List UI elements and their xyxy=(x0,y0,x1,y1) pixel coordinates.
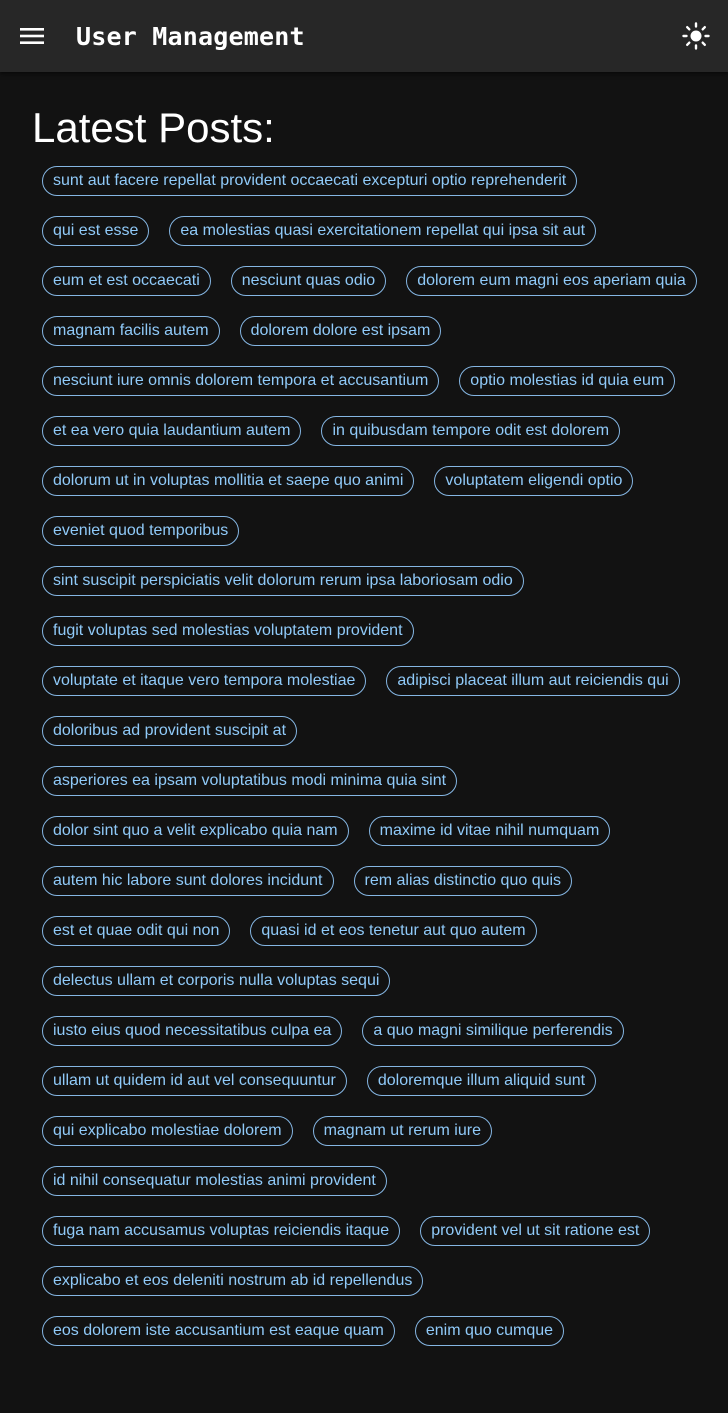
post-chip[interactable]: ea molestias quasi exercitationem repell… xyxy=(169,216,597,246)
theme-toggle-button[interactable] xyxy=(672,12,720,60)
post-chip[interactable]: adipisci placeat illum aut reiciendis qu… xyxy=(386,666,680,696)
post-chip[interactable]: maxime id vitae nihil numquam xyxy=(368,816,611,846)
post-chip[interactable]: fugit voluptas sed molestias voluptatem … xyxy=(42,616,414,646)
post-chip[interactable]: in quibusdam tempore odit est dolorem xyxy=(321,416,621,446)
post-chip[interactable]: nesciunt iure omnis dolorem tempora et a… xyxy=(42,366,440,396)
post-chip[interactable]: magnam ut rerum iure xyxy=(312,1116,492,1146)
post-chip[interactable]: asperiores ea ipsam voluptatibus modi mi… xyxy=(42,766,458,796)
post-chip[interactable]: sunt aut facere repellat provident occae… xyxy=(42,166,578,196)
post-chip[interactable]: doloremque illum aliquid sunt xyxy=(366,1066,597,1096)
post-chip[interactable]: et ea vero quia laudantium autem xyxy=(42,416,302,446)
post-chip-list: sunt aut facere repellat provident occae… xyxy=(42,166,702,1346)
app-bar: User Management xyxy=(0,0,728,72)
post-chip[interactable]: dolorem dolore est ipsam xyxy=(239,316,442,346)
post-chip[interactable]: iusto eius quod necessitatibus culpa ea xyxy=(42,1016,343,1046)
post-chip[interactable]: qui explicabo molestiae dolorem xyxy=(42,1116,293,1146)
post-chip[interactable]: a quo magni similique perferendis xyxy=(362,1016,624,1046)
post-chip[interactable]: explicabo et eos deleniti nostrum ab id … xyxy=(42,1266,424,1296)
post-chip[interactable]: provident vel ut sit ratione est xyxy=(420,1216,651,1246)
post-chip[interactable]: quasi id et eos tenetur aut quo autem xyxy=(250,916,537,946)
post-chip[interactable]: eum et est occaecati xyxy=(42,266,211,296)
app-root: User Management Latest Posts: sunt aut f… xyxy=(0,0,728,1413)
sun-icon xyxy=(682,22,710,50)
post-chip[interactable]: eveniet quod temporibus xyxy=(42,516,240,546)
post-chip[interactable]: nesciunt quas odio xyxy=(230,266,387,296)
menu-button[interactable] xyxy=(8,12,56,60)
post-chip[interactable]: dolor sint quo a velit explicabo quia na… xyxy=(42,816,349,846)
post-chip[interactable]: magnam facilis autem xyxy=(42,316,220,346)
post-chip[interactable]: id nihil consequatur molestias animi pro… xyxy=(42,1166,387,1196)
post-chip[interactable]: eos dolorem iste accusantium est eaque q… xyxy=(42,1316,395,1346)
post-chip[interactable]: dolorum ut in voluptas mollitia et saepe… xyxy=(42,466,415,496)
post-chip[interactable]: qui est esse xyxy=(42,216,150,246)
post-chip[interactable]: optio molestias id quia eum xyxy=(459,366,676,396)
post-chip[interactable]: rem alias distinctio quo quis xyxy=(353,866,573,896)
post-chip[interactable]: autem hic labore sunt dolores incidunt xyxy=(42,866,334,896)
post-chip[interactable]: dolorem eum magni eos aperiam quia xyxy=(406,266,697,296)
post-chip[interactable]: delectus ullam et corporis nulla volupta… xyxy=(42,966,391,996)
post-chip[interactable]: sint suscipit perspiciatis velit dolorum… xyxy=(42,566,524,596)
main-content: Latest Posts: sunt aut facere repellat p… xyxy=(2,72,723,1413)
post-chip[interactable]: doloribus ad provident suscipit at xyxy=(42,716,298,746)
post-chip[interactable]: voluptatem eligendi optio xyxy=(434,466,634,496)
post-chip[interactable]: est et quae odit qui non xyxy=(42,916,231,946)
post-chip[interactable]: voluptate et itaque vero tempora molesti… xyxy=(42,666,367,696)
app-title: User Management xyxy=(76,21,305,51)
post-chip[interactable]: fuga nam accusamus voluptas reiciendis i… xyxy=(42,1216,401,1246)
post-chip[interactable]: ullam ut quidem id aut vel consequuntur xyxy=(42,1066,347,1096)
page-title: Latest Posts: xyxy=(32,104,275,151)
hamburger-menu-icon xyxy=(20,28,44,44)
post-chip[interactable]: enim quo cumque xyxy=(414,1316,565,1346)
